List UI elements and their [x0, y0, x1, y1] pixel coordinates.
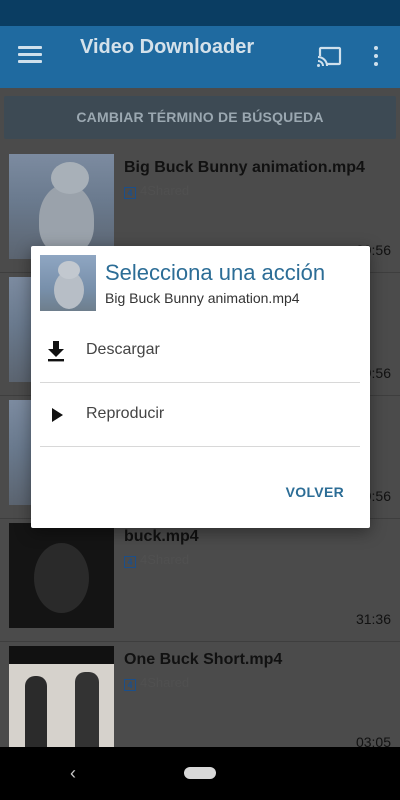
video-source: 4 4Shared	[124, 675, 189, 691]
system-nav-bar: ‹	[0, 747, 400, 800]
source-badge-icon: 4	[124, 187, 136, 199]
play-label: Reproducir	[86, 405, 165, 422]
source-badge-icon: 4	[124, 556, 136, 568]
video-title: Big Buck Bunny animation.mp4	[124, 159, 365, 176]
hamburger-menu-icon[interactable]	[18, 46, 42, 66]
more-vertical-icon[interactable]	[372, 46, 380, 68]
back-icon[interactable]: ‹	[70, 763, 76, 784]
play-icon	[52, 408, 63, 422]
cast-icon[interactable]	[316, 46, 342, 68]
video-source: 4 4Shared	[124, 183, 189, 199]
video-title: One Buck Short.mp4	[124, 651, 283, 668]
dialog-thumbnail	[40, 255, 96, 311]
video-source: 4 4Shared	[124, 552, 189, 568]
list-item[interactable]: buck.mp4 4 4Shared 31:36	[0, 519, 400, 641]
play-action[interactable]: Reproducir	[40, 384, 360, 448]
download-icon	[48, 341, 64, 362]
download-label: Descargar	[86, 341, 160, 358]
video-duration: 03:05	[355, 734, 391, 747]
video-thumbnail	[9, 646, 114, 747]
dismiss-button[interactable]: VOLVER	[286, 484, 344, 500]
dialog-divider	[40, 382, 360, 383]
dialog-title: Selecciona una acción	[105, 260, 326, 285]
video-thumbnail	[9, 154, 114, 259]
video-thumbnail	[9, 523, 114, 628]
list-item[interactable]: One Buck Short.mp4 4 4Shared 03:05	[0, 642, 400, 747]
action-dialog: Selecciona una acción Big Buck Bunny ani…	[31, 246, 370, 528]
video-duration: 31:36	[355, 611, 391, 627]
change-search-term-button[interactable]: CAMBIAR TÉRMINO DE BÚSQUEDA	[4, 96, 396, 139]
download-action[interactable]: Descargar	[40, 320, 360, 384]
dialog-subtitle: Big Buck Bunny animation.mp4	[105, 290, 300, 306]
app-bar: Video Downloader	[0, 26, 400, 88]
home-pill-icon[interactable]	[184, 767, 216, 779]
source-badge-icon: 4	[124, 679, 136, 691]
dialog-divider	[40, 446, 360, 447]
app-title: Video Downloader	[80, 36, 255, 58]
status-bar	[0, 0, 400, 26]
video-title: buck.mp4	[124, 528, 199, 545]
